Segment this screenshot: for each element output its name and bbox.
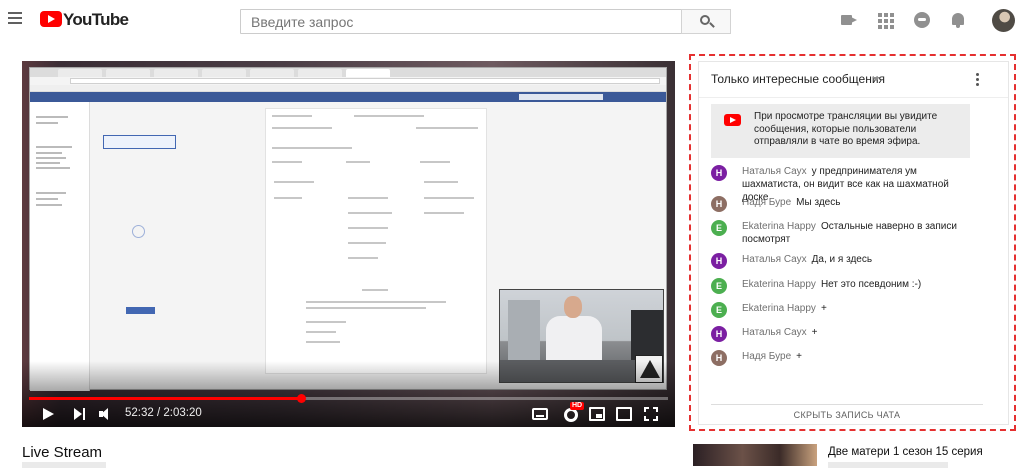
search-button[interactable]: [681, 9, 731, 34]
chat-text: +: [796, 351, 803, 362]
chat-avatar[interactable]: Н: [711, 326, 727, 342]
video-meta-placeholder: [22, 462, 106, 468]
recommendation-title[interactable]: Две матери 1 сезон 15 серия: [828, 446, 983, 458]
chat-author[interactable]: Наталья Саух: [742, 327, 807, 338]
chat-message: E Ekaterina Happy Нет это псевдоним :-): [711, 278, 973, 294]
chat-author[interactable]: Наталья Саух: [742, 166, 807, 177]
chat-message: Н Наталья Саух Да, и я здесь: [711, 253, 973, 269]
youtube-play-icon: [724, 114, 741, 126]
create-video-icon[interactable]: [841, 12, 857, 28]
progress-played: [29, 397, 301, 400]
chat-author[interactable]: Надя Буре: [742, 197, 791, 208]
chat-text: Да, и я здесь: [811, 254, 873, 265]
chevron-down-icon[interactable]: [872, 77, 880, 81]
chat-text: Мы здесь: [796, 197, 841, 208]
chat-message: E Ekaterina Happy Остальные наверно в зап…: [711, 220, 973, 246]
chat-avatar[interactable]: Н: [711, 350, 727, 366]
youtube-logo-text[interactable]: YouTube: [63, 10, 129, 30]
progress-bar[interactable]: [29, 394, 668, 403]
fullscreen-button[interactable]: [644, 407, 658, 421]
chat-avatar[interactable]: E: [711, 278, 727, 294]
chat-author[interactable]: Ekaterina Happy: [742, 303, 816, 314]
video-player[interactable]: 52:32 / 2:03:20 HD: [22, 61, 675, 427]
recommendation-thumbnail[interactable]: [693, 444, 817, 466]
chat-text: +: [820, 303, 827, 314]
miniplayer-button[interactable]: [589, 407, 605, 421]
chat-avatar[interactable]: E: [711, 302, 727, 318]
chat-mode-dropdown[interactable]: Только интересные сообщения: [711, 72, 885, 86]
hd-badge: HD: [570, 402, 585, 410]
chat-message: Н Надя Буре +: [711, 350, 973, 366]
search-box: [240, 9, 682, 34]
chat-message: Н Наталья Саух +: [711, 326, 973, 342]
more-options-icon[interactable]: [976, 73, 980, 86]
menu-icon[interactable]: [8, 12, 22, 24]
theater-mode-button[interactable]: [616, 407, 632, 421]
search-input[interactable]: [242, 11, 680, 32]
chat-author[interactable]: Ekaterina Happy: [742, 221, 816, 232]
settings-gear-icon[interactable]: [564, 408, 578, 422]
recommendation-meta-placeholder: [828, 462, 948, 468]
video-title: Live Stream: [22, 444, 103, 461]
time-display: 52:32 / 2:03:20: [125, 407, 202, 419]
chat-text: Нет это псевдоним :-): [820, 279, 922, 290]
chat-text: +: [811, 327, 818, 338]
play-button[interactable]: [43, 408, 54, 420]
chat-avatar[interactable]: Н: [711, 165, 727, 181]
chat-banner-text: При просмотре трансляции вы увидите сооб…: [754, 111, 938, 147]
chat-message: E Ekaterina Happy +: [711, 302, 973, 318]
notifications-bell-icon[interactable]: [950, 12, 966, 28]
chat-avatar[interactable]: Н: [711, 253, 727, 269]
hide-chat-button[interactable]: СКРЫТЬ ЗАПИСЬ ЧАТА: [711, 410, 983, 420]
subtitles-button[interactable]: [532, 408, 548, 420]
masthead: YouTube: [0, 0, 1024, 42]
chat-author[interactable]: Наталья Саух: [742, 254, 807, 265]
volume-icon[interactable]: [99, 408, 113, 420]
avatar[interactable]: [992, 9, 1015, 32]
chat-avatar[interactable]: Н: [711, 196, 727, 212]
apps-icon[interactable]: [878, 13, 894, 29]
chat-avatar[interactable]: E: [711, 220, 727, 236]
progress-scrubber[interactable]: [296, 394, 306, 403]
chat-author[interactable]: Ekaterina Happy: [742, 279, 816, 290]
chat-author[interactable]: Надя Буре: [742, 351, 791, 362]
messages-icon[interactable]: [914, 12, 930, 28]
next-button[interactable]: [74, 408, 86, 420]
chat-message: Н Надя Буре Мы здесь: [711, 196, 973, 212]
youtube-logo-icon[interactable]: [40, 11, 62, 27]
